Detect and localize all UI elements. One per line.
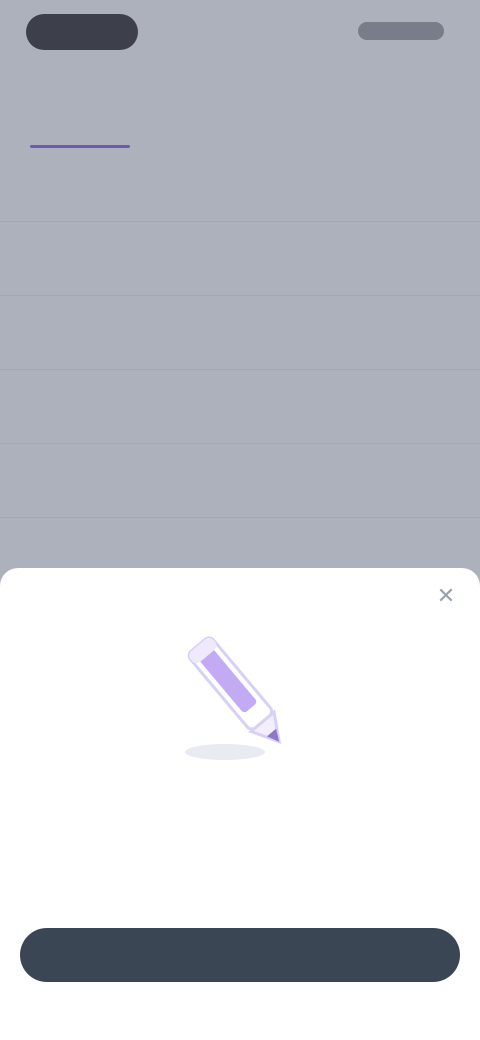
pencil-icon (185, 636, 282, 760)
primary-action-button[interactable] (20, 928, 460, 982)
close-icon[interactable]: ✕ (430, 580, 462, 612)
